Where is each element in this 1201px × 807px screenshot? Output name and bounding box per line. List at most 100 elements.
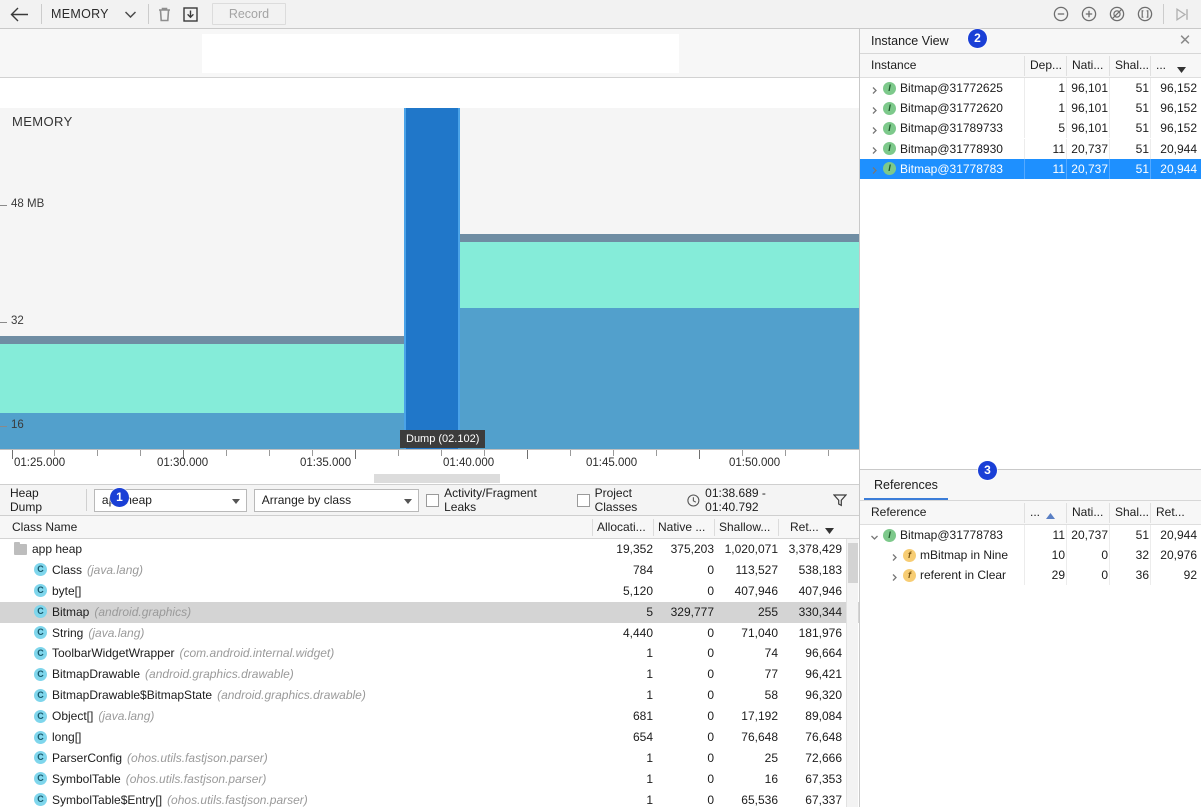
table-row[interactable]: I Bitmap@31772620 1 96,101 51 96,152 <box>860 98 1201 119</box>
chevron-right-icon[interactable] <box>870 84 879 94</box>
zoom-in-button[interactable] <box>1076 0 1102 28</box>
table-cell-value: 1 <box>646 667 653 682</box>
timeline-scrollbar-thumb[interactable] <box>374 474 500 483</box>
table-row[interactable]: C BitmapDrawable$BitmapState (android.gra… <box>0 685 859 706</box>
col-depth[interactable]: Dep... <box>1030 58 1062 72</box>
arrange-select[interactable]: Arrange by class <box>253 488 420 512</box>
table-row[interactable]: app heap 19,352 375,203 1,020,071 3,378,429 <box>0 539 859 560</box>
sort-descending-icon[interactable] <box>825 523 834 537</box>
memory-chart[interactable]: MEMORY 48 MB 32 16 <box>0 108 859 449</box>
sort-ascending-icon[interactable] <box>1046 508 1055 522</box>
class-table: Class Name Allocati... Native ... Shallo… <box>0 516 859 807</box>
chevron-right-icon[interactable] <box>870 144 879 155</box>
class-package-text: (ohos.utils.fastjson.parser) <box>167 792 308 807</box>
col-instance[interactable]: Instance <box>871 58 916 72</box>
checkbox-box[interactable] <box>426 493 440 507</box>
table-row[interactable]: C SymbolTable (ohos.utils.fastjson.parser… <box>0 769 859 790</box>
timeline-horizontal-scrollbar[interactable] <box>0 474 859 484</box>
record-button[interactable]: Record <box>211 3 287 25</box>
chevron-right-icon[interactable] <box>870 104 879 114</box>
event-track-box[interactable] <box>202 34 679 73</box>
axis-tick-8 <box>441 450 442 456</box>
project-classes-checkbox[interactable]: Project Classes <box>576 486 677 514</box>
table-cell-value: 20,976 <box>1160 548 1197 563</box>
references-table-header: Reference ... Nati... Shal... Ret... <box>860 501 1201 525</box>
back-button[interactable] <box>0 0 38 28</box>
table-row[interactable]: C BitmapDrawable (android.graphics.drawab… <box>0 664 859 685</box>
table-row[interactable]: C ToolbarWidgetWrapper (com.android.inter… <box>0 643 859 664</box>
table-row[interactable]: C Object[] (java.lang) 681 0 17,192 89,084 <box>0 706 859 727</box>
profiler-select[interactable]: MEMORY <box>45 0 145 28</box>
chevron-right-icon[interactable] <box>890 551 899 561</box>
col-native[interactable]: Nati... <box>1072 58 1103 72</box>
table-row[interactable]: C Class (java.lang) 784 0 113,527 538,183 <box>0 560 859 581</box>
table-row[interactable]: I Bitmap@31778783 11 20,737 51 20,944 <box>860 158 1201 179</box>
heap-dump-selection-bar[interactable] <box>404 108 460 449</box>
table-cell-value: 16 <box>764 771 778 786</box>
col-shallow[interactable]: Shal... <box>1115 505 1149 519</box>
instance-icon: I <box>883 121 896 135</box>
col-retained[interactable]: ... <box>1156 58 1166 72</box>
table-row[interactable]: C String (java.lang) 4,440 0 71,040 181,976 <box>0 623 859 644</box>
col-native-size[interactable]: Native ... <box>658 520 705 534</box>
step-badge-2: 2 <box>968 29 987 48</box>
class-name-text: long[] <box>52 730 82 745</box>
field-icon: f <box>903 548 916 562</box>
class-table-scrollbar[interactable] <box>846 539 858 807</box>
chevron-right-icon[interactable] <box>870 164 879 175</box>
table-row[interactable]: Cbyte[] 5,120 0 407,946 407,946 <box>0 581 859 602</box>
zoom-fit-button[interactable] <box>1132 0 1158 28</box>
class-table-scrollbar-thumb[interactable] <box>848 543 858 583</box>
trash-button[interactable] <box>152 0 178 28</box>
table-row[interactable]: C Bitmap (android.graphics) 5 329,777 255 330… <box>0 601 859 623</box>
table-cell-value: 1 <box>1058 81 1065 95</box>
col-shallow-size[interactable]: Shallow... <box>719 520 770 534</box>
checkbox-box[interactable] <box>576 493 590 507</box>
close-icon[interactable]: ✕ <box>1177 33 1193 49</box>
col-depth[interactable]: ... <box>1030 505 1040 519</box>
step-badge-1: 1 <box>110 488 129 507</box>
table-cell-value: 96,664 <box>805 646 842 661</box>
row-name-text: Bitmap@31772620 <box>900 101 1003 116</box>
col-shallow[interactable]: Shal... <box>1115 58 1149 72</box>
activity-fragment-leaks-checkbox[interactable]: Activity/Fragment Leaks <box>426 486 569 514</box>
jump-to-end-button[interactable] <box>1169 0 1195 28</box>
table-row[interactable]: I Bitmap@31778930 11 20,737 51 20,944 <box>860 138 1201 159</box>
table-row[interactable]: I Bitmap@31789733 5 96,101 51 96,152 <box>860 118 1201 139</box>
col-retained[interactable]: Ret... <box>1156 505 1185 519</box>
table-cell-value: 5 <box>1058 121 1065 136</box>
chevron-down-icon[interactable] <box>870 531 879 540</box>
chevron-right-icon[interactable] <box>870 124 879 134</box>
col-native[interactable]: Nati... <box>1072 505 1103 519</box>
col-class-name[interactable]: Class Name <box>12 520 77 534</box>
table-row[interactable]: I Bitmap@31778783 11 20,737 51 20,944 <box>860 525 1201 545</box>
col-divider-3 <box>714 519 715 536</box>
sort-descending-icon[interactable] <box>1177 62 1186 76</box>
row-name-cell: I Bitmap@31778783 <box>870 528 1020 542</box>
class-icon: C <box>34 667 47 681</box>
chevron-right-icon[interactable] <box>890 571 899 581</box>
col-allocations[interactable]: Allocati... <box>597 520 646 534</box>
save-heapdump-button[interactable] <box>178 0 204 28</box>
reset-zoom-button[interactable] <box>1104 0 1130 28</box>
col-divider-3 <box>1109 503 1110 523</box>
table-row[interactable]: C SymbolTable$Entry[] (ohos.utils.fastjso… <box>0 790 859 807</box>
col-reference[interactable]: Reference <box>871 505 926 519</box>
table-cell-value: 113,527 <box>735 562 779 577</box>
filter-button[interactable] <box>827 487 853 513</box>
table-cell-value: 0 <box>707 792 714 807</box>
table-row[interactable]: f referent in Clear 29 0 36 92 <box>860 565 1201 586</box>
axis-tick-1 <box>54 450 55 456</box>
table-row[interactable]: f mBitmap in Nine 10 0 32 20,976 <box>860 545 1201 566</box>
col-retained-size[interactable]: Ret... <box>790 520 819 534</box>
table-cell-value: 0 <box>707 667 714 682</box>
instance-table-header: Instance Dep... Nati... Shal... ... <box>860 54 1201 78</box>
class-package-text: (com.android.internal.widget) <box>179 646 335 661</box>
table-row[interactable]: Clong[] 654 0 76,648 76,648 <box>0 727 859 748</box>
table-row[interactable]: C ParserConfig (ohos.utils.fastjson.parse… <box>0 748 859 769</box>
zoom-out-button[interactable] <box>1048 0 1074 28</box>
table-row[interactable]: I Bitmap@31772625 1 96,101 51 96,152 <box>860 78 1201 98</box>
table-cell-value: 29 <box>1051 568 1065 583</box>
table-cell-value: 11 <box>1052 161 1065 176</box>
tab-references[interactable]: References <box>860 470 952 500</box>
